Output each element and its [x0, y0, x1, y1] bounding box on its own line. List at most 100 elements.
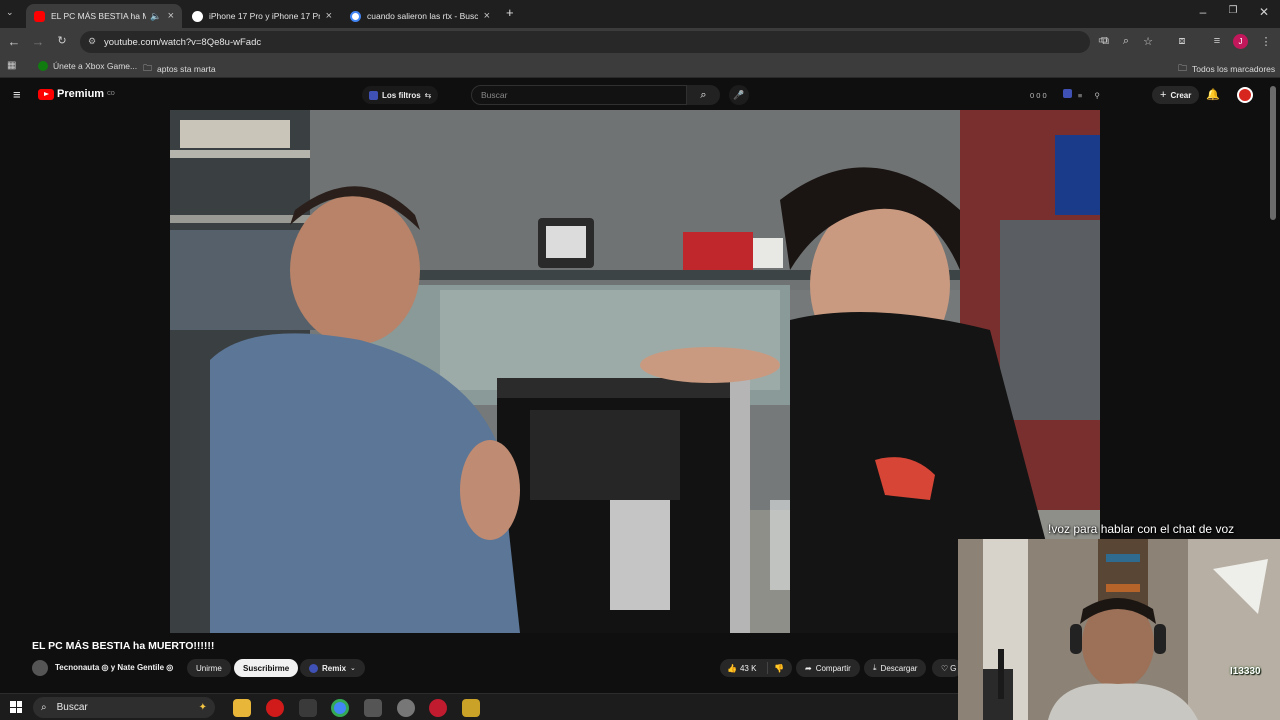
url-text: youtube.com/watch?v=8Qe8u-wFadc: [104, 36, 262, 48]
like-count: 43 K: [739, 663, 757, 673]
thumbs-up-icon: 👍: [727, 663, 737, 673]
filters-button[interactable]: Los filtros ⇆: [362, 86, 439, 104]
bookmarks-bar: ▦ Únete a Xbox Game... 🗀 aptos sta marta…: [0, 56, 1280, 78]
profile-avatar[interactable]: J: [1233, 34, 1248, 49]
bookmark-xbox[interactable]: Únete a Xbox Game...: [38, 61, 137, 71]
close-tab-icon[interactable]: ×: [168, 10, 174, 22]
create-label: Crear: [1170, 90, 1192, 100]
all-bookmarks[interactable]: 🗀 Todos los marcadores: [1178, 61, 1275, 77]
channel-name[interactable]: Tecnonauta ◎ y Nate Gentile ◎: [55, 663, 173, 672]
window-app-icon[interactable]: [364, 699, 382, 717]
google-icon: [350, 10, 361, 22]
sliders-icon: ⇆: [424, 90, 432, 100]
zoom-icon[interactable]: ⌕: [1118, 35, 1134, 48]
minimize-icon[interactable]: –: [1188, 5, 1218, 19]
install-app-icon[interactable]: ⧉: [1097, 35, 1113, 48]
chevron-down-icon: ⌄: [350, 665, 356, 672]
bookmark-aptos[interactable]: 🗀 aptos sta marta: [143, 61, 216, 77]
chrome-icon[interactable]: [331, 699, 349, 717]
download-icon: ⤓: [873, 663, 877, 672]
game-app-icon[interactable]: [429, 699, 447, 717]
close-window-icon[interactable]: ✕: [1249, 5, 1279, 19]
filters-label: Los filtros: [382, 90, 421, 100]
new-tab-icon[interactable]: +: [506, 5, 514, 20]
close-tab-icon[interactable]: ×: [326, 10, 332, 22]
back-icon[interactable]: ←: [4, 34, 24, 49]
taskbar-search[interactable]: ⌕ Buscar ✦: [33, 697, 215, 718]
bookmark-label: Únete a Xbox Game...: [53, 61, 138, 71]
speaker-icon[interactable]: 🔈: [150, 11, 161, 22]
file-explorer-icon[interactable]: [233, 699, 251, 717]
country-code: CO: [107, 91, 115, 97]
remix-label: Remix: [322, 663, 347, 673]
forward-icon[interactable]: →: [28, 34, 48, 49]
filter-extension-icon: [369, 90, 378, 100]
extension-stats[interactable]: 0 0 0 ≡ ⚲: [1030, 89, 1100, 100]
close-tab-icon[interactable]: ×: [484, 10, 490, 22]
join-button[interactable]: Unirme: [187, 659, 231, 677]
tab-google-search[interactable]: cuando salieron las rtx - Buscar ×: [342, 4, 498, 28]
tab-title: cuando salieron las rtx - Buscar: [367, 11, 478, 21]
channel-avatar[interactable]: [32, 660, 48, 676]
account-avatar[interactable]: [1237, 87, 1253, 103]
join-label: Unirme: [196, 663, 222, 673]
url-field[interactable]: ⚙ youtube.com/watch?v=8Qe8u-wFadc ▭: [80, 31, 1107, 53]
opera-icon[interactable]: [266, 699, 284, 717]
search-icon: ⌕: [41, 702, 47, 713]
extensions-icon[interactable]: ⧈: [1174, 35, 1190, 48]
microphone-icon[interactable]: 🎤: [729, 85, 749, 105]
logo-text: Premium: [57, 88, 105, 100]
hamburger-menu-icon[interactable]: ≡: [13, 87, 21, 102]
webcam-frame: [958, 539, 1280, 720]
all-bookmarks-label: Todos los marcadores: [1192, 64, 1276, 74]
launcher-icon[interactable]: [462, 699, 480, 717]
download-label: Descargar: [880, 663, 918, 673]
folder-icon: 🗀: [143, 63, 153, 73]
restore-icon[interactable]: ❐: [1218, 5, 1248, 16]
subscribe-button[interactable]: Suscribirme: [234, 659, 299, 677]
create-button[interactable]: + Crear: [1152, 86, 1200, 104]
like-button[interactable]: 👍 43 K: [720, 662, 768, 674]
youtube-play-icon: [38, 88, 54, 100]
search-input[interactable]: Buscar: [471, 85, 687, 105]
search-icon[interactable]: ⌕: [687, 85, 720, 105]
webcam-tag: I13330: [1230, 666, 1261, 677]
page-scrollbar[interactable]: [1270, 86, 1276, 220]
thumbs-down-icon[interactable]: 👎: [768, 664, 784, 673]
bookmark-label: aptos sta marta: [157, 64, 216, 74]
remix-icon: [309, 663, 318, 673]
tab-youtube-video[interactable]: EL PC MÁS BESTIA ha MUE 🔈 ×: [26, 4, 182, 28]
browser-tab-bar: ⌄ EL PC MÁS BESTIA ha MUE 🔈 × iPhone 17 …: [0, 0, 1280, 28]
youtube-logo[interactable]: Premium CO: [38, 88, 115, 100]
windows-start-icon[interactable]: [10, 701, 22, 713]
download-button[interactable]: ⤓ Descargar: [864, 659, 927, 677]
youtube-masthead: ≡ Premium CO Los filtros ⇆ Buscar ⌕ 🎤 0 …: [0, 80, 1280, 110]
stats-text: 0 0 0: [1030, 91, 1047, 100]
taskbar-search-label: Buscar: [56, 702, 88, 713]
extra-label: G: [950, 663, 957, 673]
address-bar: ← → ↻ ⚙ youtube.com/watch?v=8Qe8u-wFadc …: [0, 28, 1280, 56]
share-button[interactable]: ➦ Compartir: [796, 659, 860, 677]
bookmark-star-icon[interactable]: ☆: [1140, 35, 1156, 48]
tab-title: EL PC MÁS BESTIA ha MUE: [51, 11, 147, 21]
tab-iphone[interactable]: iPhone 17 Pro y iPhone 17 Pro ×: [184, 4, 340, 28]
apps-icon[interactable]: ▦: [7, 60, 16, 71]
subscribe-label: Suscribirme: [243, 663, 290, 673]
tab-search-dropdown-icon[interactable]: ⌄: [6, 7, 14, 18]
app-icon[interactable]: [299, 699, 317, 717]
heart-shield-icon: ♡: [941, 663, 949, 673]
folder-icon: 🗀: [1178, 63, 1188, 73]
plus-icon: +: [1160, 89, 1167, 101]
media-controls-icon[interactable]: ≡: [1209, 35, 1225, 47]
webcam-caption: !voz para hablar con el chat de voz: [1048, 522, 1235, 536]
reload-icon[interactable]: ↻: [52, 34, 72, 47]
site-info-icon[interactable]: ⚙: [88, 36, 96, 47]
remix-button[interactable]: Remix ⌄: [300, 659, 365, 677]
xbox-icon: [38, 61, 48, 71]
webcam-overlay: [958, 539, 1280, 720]
like-dislike-group: 👍 43 K 👎: [720, 659, 792, 677]
notifications-bell-icon[interactable]: 🔔: [1206, 88, 1220, 101]
video-title: EL PC MÁS BESTIA ha MUERTO!!!!!!: [32, 640, 215, 652]
menu-icon[interactable]: ⋮: [1258, 35, 1274, 48]
settings-icon[interactable]: [397, 699, 415, 717]
